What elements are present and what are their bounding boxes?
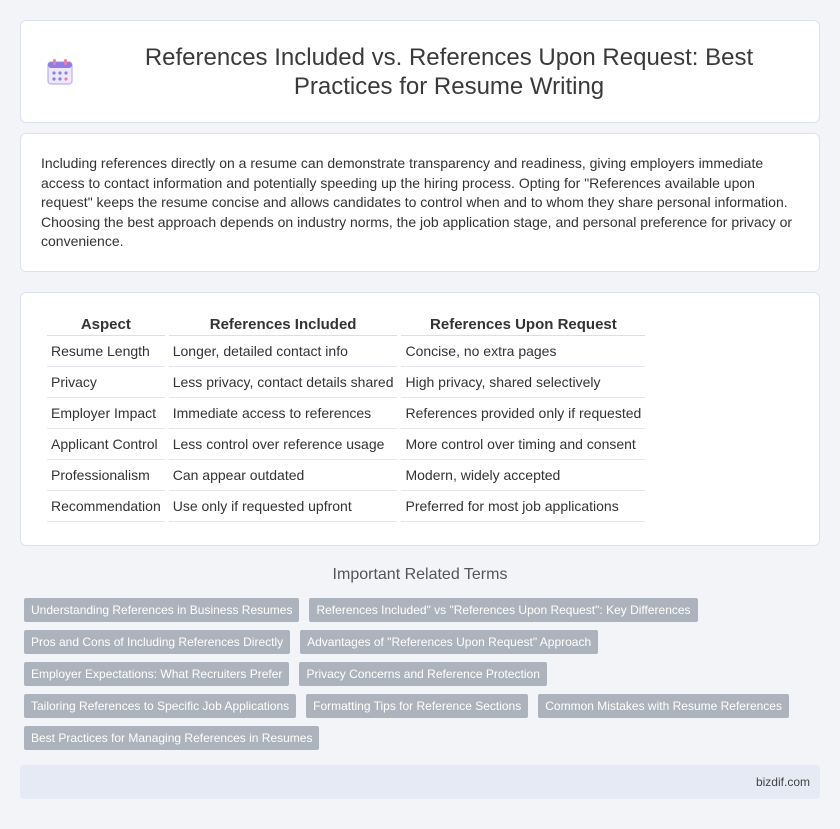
table-cell: Less control over reference usage <box>168 429 398 460</box>
related-term-tag[interactable]: Tailoring References to Specific Job App… <box>24 694 297 718</box>
related-term-tag[interactable]: Formatting Tips for Reference Sections <box>306 694 529 718</box>
table-row: Employer Impact Immediate access to refe… <box>47 398 646 429</box>
related-term-tag[interactable]: Employer Expectations: What Recruiters P… <box>24 662 290 686</box>
table-row: Resume Length Longer, detailed contact i… <box>47 336 646 367</box>
table-cell: Resume Length <box>47 336 165 367</box>
intro-paragraph: Including references directly on a resum… <box>41 155 793 250</box>
table-cell: Longer, detailed contact info <box>168 336 398 367</box>
table-cell: Employer Impact <box>47 398 165 429</box>
related-term-tag[interactable]: Privacy Concerns and Reference Protectio… <box>299 662 547 686</box>
table-cell: Modern, widely accepted <box>401 460 646 491</box>
intro-card: Including references directly on a resum… <box>20 133 820 272</box>
related-term-tag[interactable]: Understanding References in Business Res… <box>24 598 300 622</box>
table-cell: Applicant Control <box>47 429 165 460</box>
table-cell: High privacy, shared selectively <box>401 367 646 398</box>
footer-bar: bizdif.com <box>20 765 820 799</box>
table-cell: References provided only if requested <box>401 398 646 429</box>
header-card: References Included vs. References Upon … <box>20 20 820 123</box>
related-terms-title: Important Related Terms <box>332 566 508 583</box>
related-term-tag[interactable]: Pros and Cons of Including References Di… <box>24 630 291 654</box>
table-cell: Can appear outdated <box>168 460 398 491</box>
footer-brand[interactable]: bizdif.com <box>756 775 810 789</box>
table-row: Applicant Control Less control over refe… <box>47 429 646 460</box>
page-title: References Included vs. References Upon … <box>144 43 754 100</box>
table-cell: Privacy <box>47 367 165 398</box>
table-cell: Use only if requested upfront <box>168 491 398 522</box>
calendar-icon <box>47 58 73 85</box>
table-row: Professionalism Can appear outdated Mode… <box>47 460 646 491</box>
table-cell: More control over timing and consent <box>401 429 646 460</box>
table-cell: Professionalism <box>47 460 165 491</box>
related-term-tag[interactable]: Advantages of "References Upon Request" … <box>300 630 599 654</box>
related-term-tag[interactable]: References Included" vs "References Upon… <box>309 598 698 622</box>
table-cell: Less privacy, contact details shared <box>168 367 398 398</box>
comparison-card: Aspect References Included References Up… <box>20 292 820 546</box>
column-header-upon-request: References Upon Request <box>401 313 646 336</box>
table-cell: Immediate access to references <box>168 398 398 429</box>
table-cell: Recommendation <box>47 491 165 522</box>
column-header-included: References Included <box>168 313 398 336</box>
table-cell: Preferred for most job applications <box>401 491 646 522</box>
related-term-tag[interactable]: Best Practices for Managing References i… <box>24 726 320 750</box>
table-cell: Concise, no extra pages <box>401 336 646 367</box>
related-terms-list: Understanding References in Business Res… <box>22 598 818 758</box>
related-term-tag[interactable]: Common Mistakes with Resume References <box>538 694 789 718</box>
table-header-row: Aspect References Included References Up… <box>47 313 646 336</box>
table-row: Privacy Less privacy, contact details sh… <box>47 367 646 398</box>
comparison-table: Aspect References Included References Up… <box>43 313 649 522</box>
table-row: Recommendation Use only if requested upf… <box>47 491 646 522</box>
column-header-aspect: Aspect <box>47 313 165 336</box>
